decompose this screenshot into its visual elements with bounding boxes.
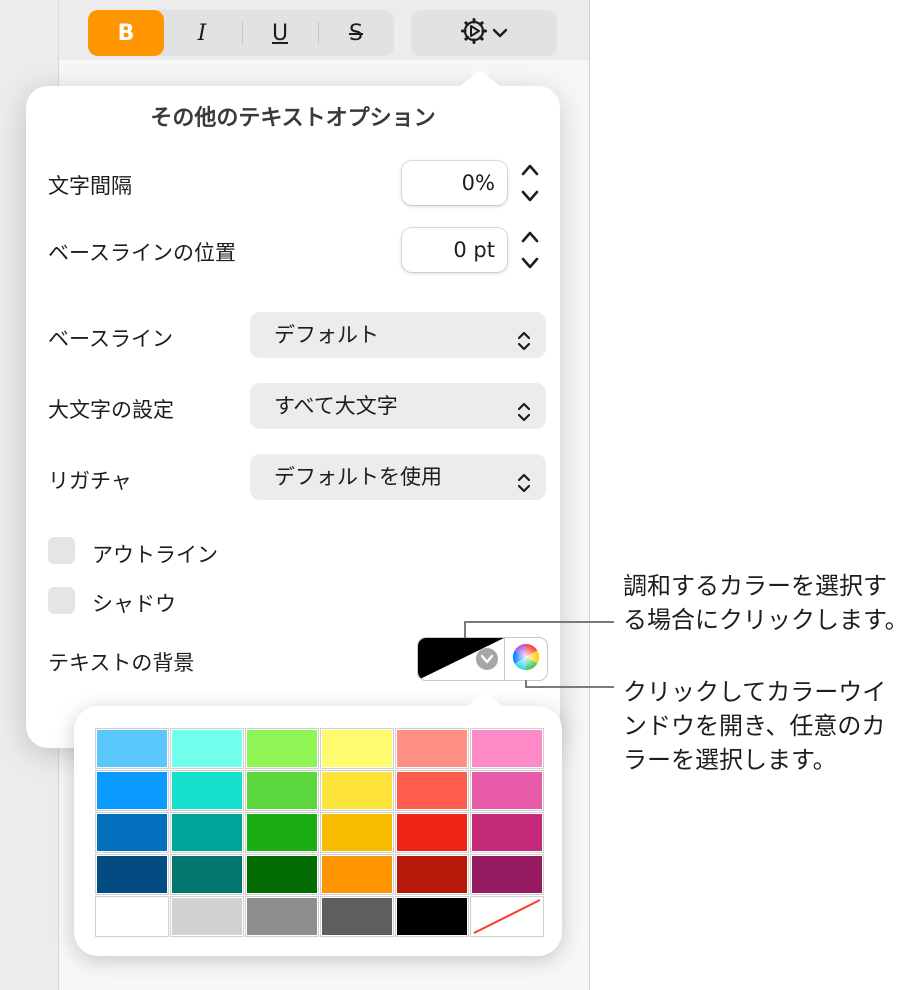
updown-chevron-icon: [516, 394, 532, 440]
callout-harmony-line: 調和するカラーを選択す: [623, 573, 887, 600]
color-swatch[interactable]: [395, 812, 469, 853]
color-swatch[interactable]: [320, 728, 394, 769]
color-swatch[interactable]: [170, 896, 244, 937]
baseline-shift-label: ベースラインの位置: [48, 241, 236, 265]
color-swatch[interactable]: [95, 770, 169, 811]
callout-wheel: クリックしてカラーウイ ンドウを開き、任意のカ ラーを選択します。: [623, 676, 886, 778]
no-color-swatch[interactable]: [470, 896, 544, 937]
color-swatch[interactable]: [395, 728, 469, 769]
color-swatch[interactable]: [95, 896, 169, 937]
capitalization-value: すべて大文字: [274, 394, 398, 418]
chevron-down-icon[interactable]: [519, 185, 541, 207]
color-wheel-icon: [511, 642, 541, 676]
color-swatch[interactable]: [470, 812, 544, 853]
ligatures-label: リガチャ: [48, 469, 132, 493]
callout-wheel-line: クリックしてカラーウイ: [623, 679, 887, 706]
callout-leader-harmony: [464, 622, 466, 638]
italic-button[interactable]: I: [164, 10, 240, 56]
color-swatch[interactable]: [320, 896, 394, 937]
bold-button[interactable]: B: [88, 10, 164, 56]
callout-leader-harmony: [464, 621, 614, 623]
baseline-shift-stepper[interactable]: [514, 226, 546, 274]
color-swatch[interactable]: [245, 896, 319, 937]
character-spacing-field[interactable]: 0%: [402, 161, 507, 205]
character-spacing-label: 文字間隔: [48, 174, 132, 198]
callout-leader-wheel: [525, 686, 614, 688]
text-background-label: テキストの背景: [48, 651, 195, 675]
color-swatch[interactable]: [170, 770, 244, 811]
more-text-options-button[interactable]: [411, 10, 557, 56]
color-swatch[interactable]: [95, 854, 169, 895]
shadow-label: シャドウ: [92, 592, 176, 616]
outline-checkbox[interactable]: [48, 537, 75, 564]
ligatures-value: デフォルトを使用: [274, 465, 442, 489]
chevron-up-icon[interactable]: [519, 159, 541, 181]
color-swatch[interactable]: [245, 770, 319, 811]
baseline-select[interactable]: デフォルト: [250, 312, 546, 358]
window-edge: [589, 0, 590, 990]
baseline-shift-field[interactable]: 0 pt: [402, 228, 507, 272]
color-swatch[interactable]: [470, 854, 544, 895]
color-swatch[interactable]: [95, 812, 169, 853]
popover-arrow: [458, 70, 502, 88]
color-swatch[interactable]: [470, 728, 544, 769]
text-background-color-well[interactable]: [418, 638, 504, 680]
gear-icon: [460, 17, 488, 49]
baseline-label: ベースライン: [48, 327, 173, 351]
updown-chevron-icon: [516, 465, 532, 511]
outline-label: アウトライン: [92, 543, 218, 567]
color-swatch[interactable]: [95, 728, 169, 769]
color-swatch[interactable]: [320, 770, 394, 811]
color-swatch[interactable]: [170, 728, 244, 769]
color-swatch[interactable]: [170, 812, 244, 853]
chevron-down-icon[interactable]: [519, 252, 541, 274]
color-swatch[interactable]: [320, 854, 394, 895]
chevron-up-icon[interactable]: [519, 226, 541, 248]
color-swatch[interactable]: [395, 896, 469, 937]
capitalization-label: 大文字の設定: [48, 398, 174, 422]
text-style-segmented-control: B I U S: [88, 10, 394, 56]
color-swatch[interactable]: [470, 770, 544, 811]
character-spacing-stepper[interactable]: [514, 159, 546, 207]
ligatures-select[interactable]: デフォルトを使用: [250, 454, 546, 500]
color-swatch[interactable]: [245, 854, 319, 895]
color-swatch[interactable]: [395, 770, 469, 811]
callout-wheel-line: ラーを選択します。: [623, 747, 837, 774]
color-wheel-button[interactable]: [505, 638, 547, 680]
color-swatch[interactable]: [245, 812, 319, 853]
callout-harmony-line: る場合にクリックします。: [623, 607, 909, 634]
underline-button[interactable]: U: [242, 10, 318, 56]
color-swatch[interactable]: [245, 728, 319, 769]
chevron-down-icon: [492, 24, 508, 43]
capitalization-select[interactable]: すべて大文字: [250, 383, 546, 429]
callout-harmony: 調和するカラーを選択す る場合にクリックします。: [623, 570, 909, 638]
color-swatch[interactable]: [170, 854, 244, 895]
baseline-value: デフォルト: [274, 323, 379, 347]
color-swatch[interactable]: [395, 854, 469, 895]
color-swatch[interactable]: [320, 812, 394, 853]
popover-title: その他のテキストオプション: [150, 106, 436, 131]
strikethrough-button[interactable]: S: [318, 10, 394, 56]
updown-chevron-icon: [516, 323, 532, 369]
swatch-popover-arrow: [467, 690, 503, 707]
callout-wheel-line: ンドウを開き、任意のカ: [623, 713, 886, 740]
shadow-checkbox[interactable]: [48, 587, 75, 614]
